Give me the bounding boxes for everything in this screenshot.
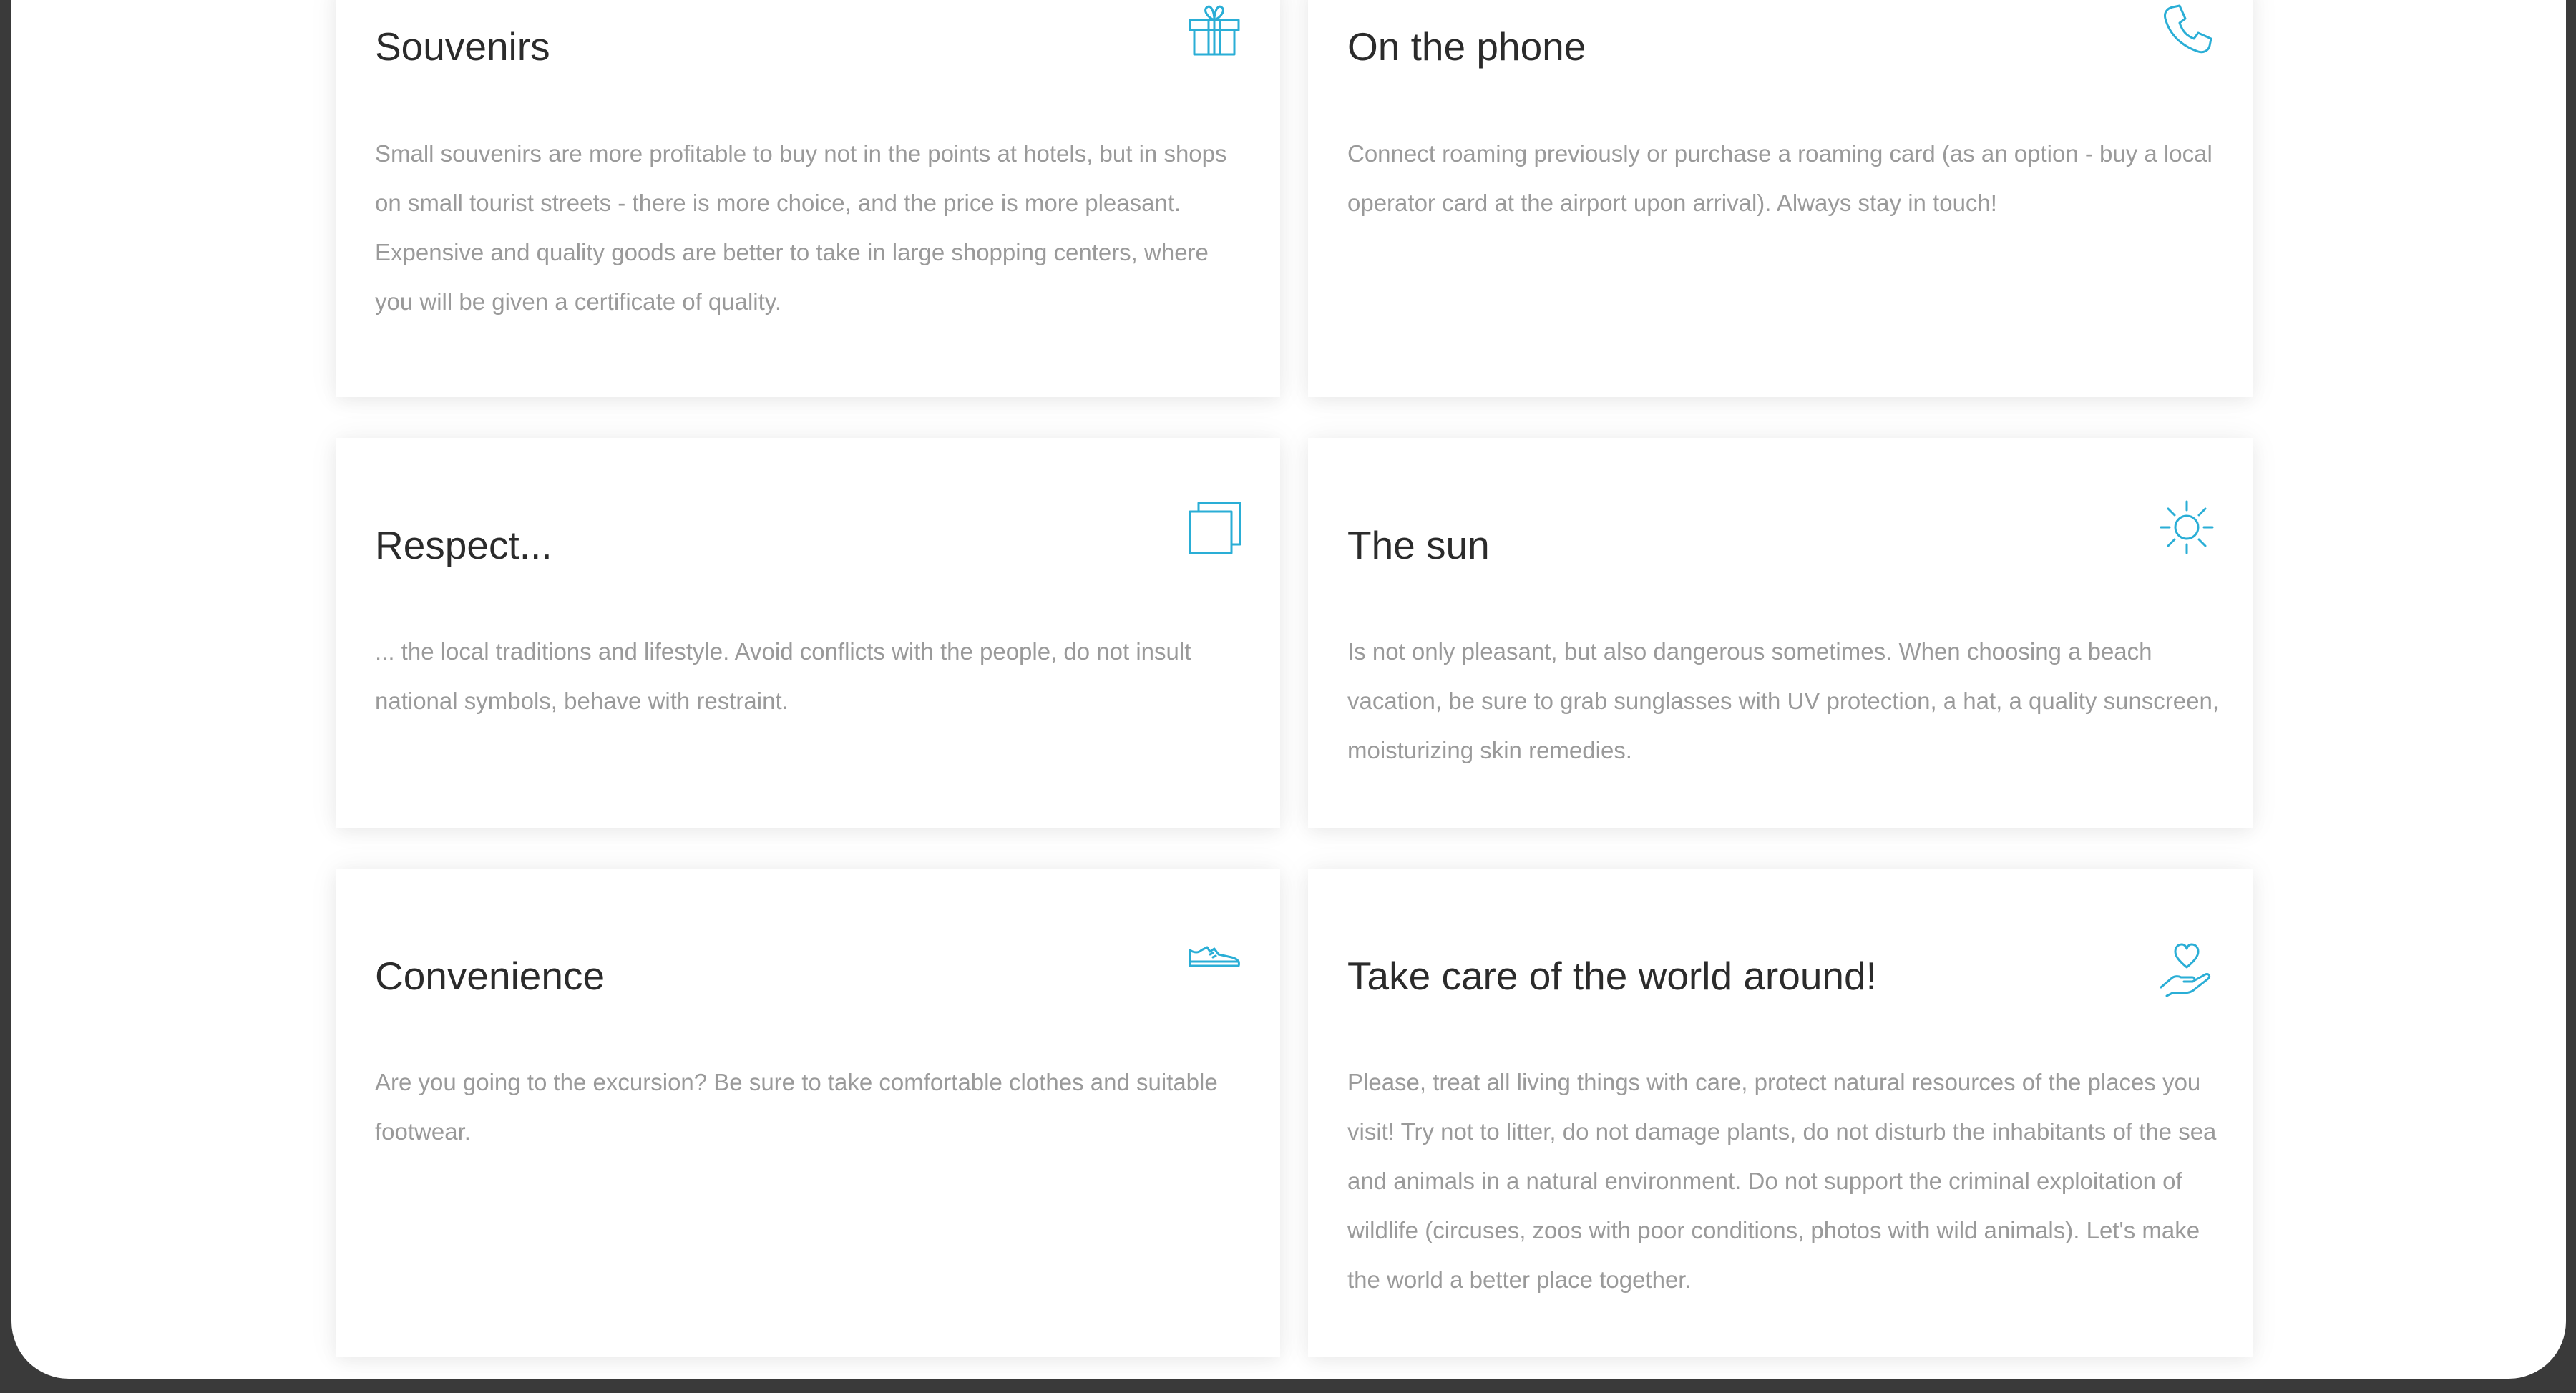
card-title: On the phone xyxy=(1347,24,1586,69)
sun-icon xyxy=(2158,499,2215,556)
device-frame: Souvenirs Small souvenirs are more profi… xyxy=(0,0,2576,1393)
card-text: Are you going to the excursion? Be sure … xyxy=(375,1069,1218,1145)
card-text: Is not only pleasant, but also dangerous… xyxy=(1347,638,2220,763)
card-title: Convenience xyxy=(375,954,605,998)
phone-icon xyxy=(2158,0,2215,57)
card-title: Souvenirs xyxy=(375,24,550,69)
tip-card-convenience: Convenience Are you going to the excursi… xyxy=(336,869,1280,1357)
card-text: Connect roaming previously or purchase a… xyxy=(1347,140,2212,216)
sneaker-icon xyxy=(1186,933,1243,990)
card-title: Respect... xyxy=(375,523,552,567)
card-text: Small souvenirs are more profitable to b… xyxy=(375,140,1227,315)
heart-in-hand-icon xyxy=(2158,940,2215,997)
tip-card-sun: The sun Is not only pleasant, but also d… xyxy=(1308,438,2253,828)
screen: Souvenirs Small souvenirs are more profi… xyxy=(11,0,2566,1379)
tip-card-respect: Respect... ... the local traditions and … xyxy=(336,438,1280,828)
card-title: Take care of the world around! xyxy=(1347,954,1877,998)
card-title: The sun xyxy=(1347,523,1490,567)
tip-card-phone: On the phone Connect roaming previously … xyxy=(1308,0,2253,397)
card-text: ... the local traditions and lifestyle. … xyxy=(375,638,1191,714)
copy-squares-icon xyxy=(1186,499,1243,556)
tip-card-souvenirs: Souvenirs Small souvenirs are more profi… xyxy=(336,0,1280,397)
card-text: Please, treat all living things with car… xyxy=(1347,1069,2217,1293)
tip-card-take-care: Take care of the world around! Please, t… xyxy=(1308,869,2253,1357)
gift-icon xyxy=(1186,0,1243,57)
